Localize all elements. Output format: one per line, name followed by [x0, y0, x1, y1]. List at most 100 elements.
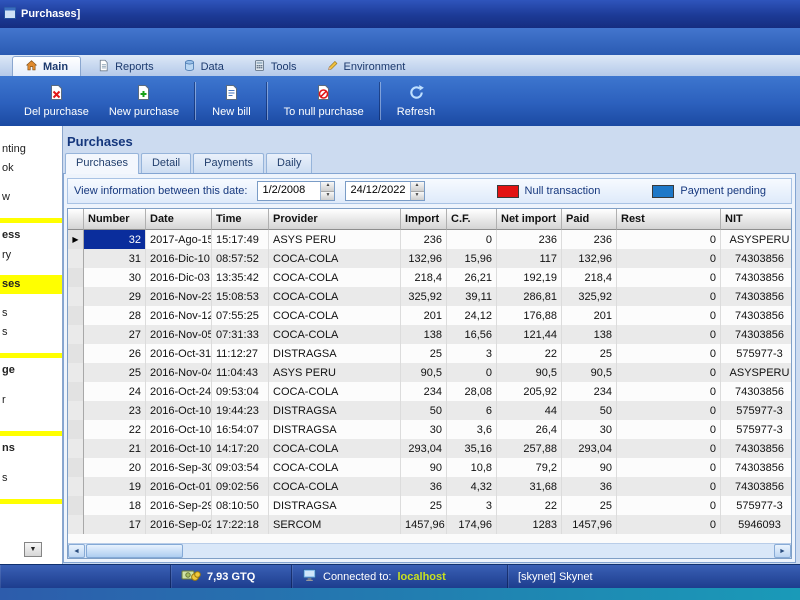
cell-date[interactable]: 2017-Ago-15 [146, 230, 212, 249]
table-row[interactable]: 28 2016-Nov-12 07:55:25 COCA-COLA 201 24… [68, 306, 791, 325]
tab-detail[interactable]: Detail [140, 153, 192, 173]
cell-import[interactable]: 25 [401, 496, 447, 515]
cell-net-import[interactable]: 1283 [497, 515, 562, 534]
cell-provider[interactable]: COCA-COLA [269, 306, 401, 325]
table-row[interactable]: 22 2016-Oct-10 16:54:07 DISTRAGSA 30 3,6… [68, 420, 791, 439]
cell-paid[interactable]: 25 [562, 344, 617, 363]
column-header-import[interactable]: Import [401, 209, 447, 230]
cell-nit[interactable]: 575977-3 [721, 401, 791, 420]
spin-up-button[interactable]: ▲ [321, 182, 335, 192]
cell-provider[interactable]: DISTRAGSA [269, 420, 401, 439]
column-header-number[interactable]: Number [84, 209, 146, 230]
cell-provider[interactable]: ASYS PERU [269, 230, 401, 249]
cell-nit[interactable]: 74303856 [721, 287, 791, 306]
cell-import[interactable]: 90,5 [401, 363, 447, 382]
cell-paid[interactable]: 30 [562, 420, 617, 439]
cell-nit[interactable]: ASYSPERU [721, 363, 791, 382]
cell-nit[interactable]: 74303856 [721, 458, 791, 477]
cell-import[interactable]: 30 [401, 420, 447, 439]
cell-time[interactable]: 11:12:27 [212, 344, 269, 363]
cell-import[interactable]: 36 [401, 477, 447, 496]
sidebar-item[interactable]: s [0, 469, 62, 488]
cell-net-import[interactable]: 176,88 [497, 306, 562, 325]
ribbon-tab-reports[interactable]: Reports [84, 56, 167, 76]
cell-paid[interactable]: 36 [562, 477, 617, 496]
cell-cf[interactable]: 4,32 [447, 477, 497, 496]
cell-rest[interactable]: 0 [617, 230, 721, 249]
cell-provider[interactable]: COCA-COLA [269, 477, 401, 496]
cell-nit[interactable]: 74303856 [721, 439, 791, 458]
sidebar-item[interactable]: s [0, 304, 62, 323]
scrollbar-thumb[interactable] [86, 544, 183, 558]
cell-date[interactable]: 2016-Sep-30 [146, 458, 212, 477]
spin-up-button[interactable]: ▲ [410, 182, 424, 192]
cell-date[interactable]: 2016-Oct-10 [146, 401, 212, 420]
table-row[interactable]: 21 2016-Oct-10 14:17:20 COCA-COLA 293,04… [68, 439, 791, 458]
cell-paid[interactable]: 218,4 [562, 268, 617, 287]
cell-nit[interactable]: 74303856 [721, 306, 791, 325]
sidebar-item[interactable]: ses [0, 275, 62, 294]
tab-purchases[interactable]: Purchases [65, 153, 139, 174]
cell-date[interactable]: 2016-Oct-24 [146, 382, 212, 401]
cell-net-import[interactable]: 205,92 [497, 382, 562, 401]
sidebar-item[interactable]: ry [0, 246, 62, 265]
scroll-left-button[interactable]: ◄ [68, 544, 85, 558]
cell-cf[interactable]: 10,8 [447, 458, 497, 477]
cell-provider[interactable]: DISTRAGSA [269, 401, 401, 420]
cell-rest[interactable]: 0 [617, 496, 721, 515]
cell-time[interactable]: 09:53:04 [212, 382, 269, 401]
sidebar-item[interactable]: nting [0, 140, 62, 159]
cell-cf[interactable]: 16,56 [447, 325, 497, 344]
cell-provider[interactable]: COCA-COLA [269, 268, 401, 287]
cell-provider[interactable]: COCA-COLA [269, 382, 401, 401]
cell-time[interactable]: 13:35:42 [212, 268, 269, 287]
cell-time[interactable]: 08:57:52 [212, 249, 269, 268]
cell-number[interactable]: 23 [84, 401, 146, 420]
column-header-paid[interactable]: Paid [562, 209, 617, 230]
table-row[interactable]: 19 2016-Oct-01 09:02:56 COCA-COLA 36 4,3… [68, 477, 791, 496]
cell-cf[interactable]: 28,08 [447, 382, 497, 401]
cell-date[interactable]: 2016-Oct-01 [146, 477, 212, 496]
ribbon-tab-environment[interactable]: Environment [313, 56, 419, 76]
cell-paid[interactable]: 1457,96 [562, 515, 617, 534]
cell-net-import[interactable]: 286,81 [497, 287, 562, 306]
cell-provider[interactable]: DISTRAGSA [269, 496, 401, 515]
cell-cf[interactable]: 15,96 [447, 249, 497, 268]
tab-daily[interactable]: Daily [266, 153, 313, 173]
sidebar-scroll-down-button[interactable]: ▼ [24, 542, 42, 557]
cell-net-import[interactable]: 22 [497, 496, 562, 515]
cell-import[interactable]: 138 [401, 325, 447, 344]
cell-time[interactable]: 07:31:33 [212, 325, 269, 344]
cell-nit[interactable]: 575977-3 [721, 496, 791, 515]
cell-nit[interactable]: 5946093 [721, 515, 791, 534]
column-header-rest[interactable]: Rest [617, 209, 721, 230]
cell-time[interactable]: 07:55:25 [212, 306, 269, 325]
cell-provider[interactable]: COCA-COLA [269, 458, 401, 477]
table-row[interactable]: 30 2016-Dic-03 13:35:42 COCA-COLA 218,4 … [68, 268, 791, 287]
tab-payments[interactable]: Payments [193, 153, 265, 173]
spin-down-button[interactable]: ▼ [321, 191, 335, 200]
cell-import[interactable]: 218,4 [401, 268, 447, 287]
cell-number[interactable]: 17 [84, 515, 146, 534]
cell-rest[interactable]: 0 [617, 325, 721, 344]
cell-time[interactable]: 15:17:49 [212, 230, 269, 249]
cell-nit[interactable]: 74303856 [721, 325, 791, 344]
sidebar-item[interactable]: ns [0, 437, 62, 459]
cell-import[interactable]: 50 [401, 401, 447, 420]
scrollbar-track[interactable] [85, 544, 774, 558]
horizontal-scrollbar[interactable]: ◄ ► [68, 543, 791, 558]
cell-nit[interactable]: 575977-3 [721, 420, 791, 439]
cell-rest[interactable]: 0 [617, 344, 721, 363]
cell-paid[interactable]: 25 [562, 496, 617, 515]
cell-rest[interactable]: 0 [617, 306, 721, 325]
cell-paid[interactable]: 90 [562, 458, 617, 477]
cell-rest[interactable]: 0 [617, 268, 721, 287]
table-row[interactable]: 18 2016-Sep-29 08:10:50 DISTRAGSA 25 3 2… [68, 496, 791, 515]
table-row[interactable]: 20 2016-Sep-30 09:03:54 COCA-COLA 90 10,… [68, 458, 791, 477]
cell-cf[interactable]: 39,11 [447, 287, 497, 306]
cell-paid[interactable]: 236 [562, 230, 617, 249]
column-header-time[interactable]: Time [212, 209, 269, 230]
cell-provider[interactable]: COCA-COLA [269, 439, 401, 458]
cell-provider[interactable]: COCA-COLA [269, 287, 401, 306]
cell-cf[interactable]: 174,96 [447, 515, 497, 534]
